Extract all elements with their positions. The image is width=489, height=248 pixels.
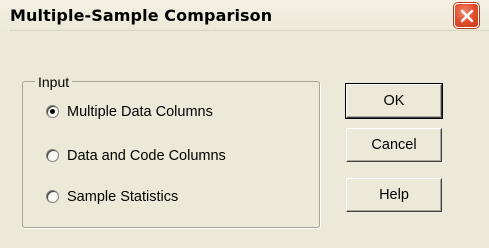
radio-circle — [46, 190, 59, 203]
radio-label: Data and Code Columns — [67, 148, 226, 164]
radio-selected-dot — [50, 109, 55, 114]
ok-button-label: OK — [383, 93, 405, 109]
dialog-window: Multiple-Sample Comparison Input Multipl… — [0, 0, 489, 248]
close-button[interactable] — [454, 3, 479, 28]
cancel-button-label: Cancel — [371, 137, 417, 153]
cancel-button[interactable]: Cancel — [346, 128, 442, 162]
help-button[interactable]: Help — [346, 178, 442, 212]
title-bar[interactable]: Multiple-Sample Comparison — [0, 0, 489, 31]
radio-label: Multiple Data Columns — [67, 104, 213, 120]
close-icon — [460, 9, 474, 23]
radio-circle — [46, 105, 59, 118]
help-button-label: Help — [379, 187, 409, 203]
input-group-label: Input — [35, 74, 73, 90]
radio-circle — [46, 149, 59, 162]
window-title: Multiple-Sample Comparison — [10, 6, 273, 25]
ok-button[interactable]: OK — [345, 83, 443, 119]
radio-label: Sample Statistics — [67, 189, 179, 205]
